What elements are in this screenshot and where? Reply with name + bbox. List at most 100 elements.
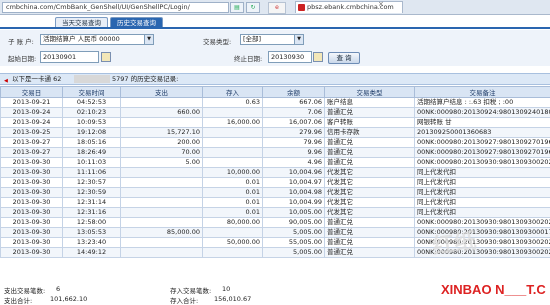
table-cell: 普通汇兑 bbox=[325, 108, 415, 118]
table-cell: 普通汇兑 bbox=[325, 238, 415, 248]
table-cell: 9.96 bbox=[263, 148, 325, 158]
banner-suffix: 5797 的历史交易记录: bbox=[112, 74, 178, 84]
type-label: 交易类型: bbox=[203, 36, 231, 46]
table-cell: 13:23:40 bbox=[63, 238, 121, 248]
column-header: 余额 bbox=[263, 87, 325, 98]
table-cell: 200.00 bbox=[121, 138, 203, 148]
table-cell: 80,000.00 bbox=[203, 218, 263, 228]
calendar-icon[interactable] bbox=[101, 52, 111, 62]
table-cell: 667.06 bbox=[263, 98, 325, 108]
table-cell: 2013-09-30 bbox=[1, 218, 63, 228]
table-cell: 10:09:53 bbox=[63, 118, 121, 128]
table-row: 2013-09-3012:30:570.0110,004.97代发其它同上代发代… bbox=[1, 178, 550, 188]
table-row: 2013-09-3012:30:590.0110,004.98代发其它同上代发代… bbox=[1, 188, 550, 198]
table-cell: 90,005.00 bbox=[263, 218, 325, 228]
table-cell bbox=[203, 228, 263, 238]
table-cell: 2013-09-30 bbox=[1, 208, 63, 218]
table-cell: 2013-09-30 bbox=[1, 198, 63, 208]
table-cell: 12:31:16 bbox=[63, 208, 121, 218]
type-select[interactable]: [全部] ▼ bbox=[240, 34, 304, 45]
table-cell bbox=[121, 218, 203, 228]
table-cell: 2013-09-25 bbox=[1, 128, 63, 138]
table-cell: 279.96 bbox=[263, 128, 325, 138]
start-date-input[interactable]: 20130901 bbox=[40, 51, 99, 63]
table-cell: 2013-09-24 bbox=[1, 108, 63, 118]
table-cell: 2013-09-21 bbox=[1, 98, 63, 108]
site-logo: XINBAO N___T.CX bbox=[438, 278, 546, 300]
table-row: 2013-09-2410:09:5316,000.0016,007.06客户转账… bbox=[1, 118, 550, 128]
table-cell: 代发其它 bbox=[325, 168, 415, 178]
column-header: 交易时间 bbox=[63, 87, 121, 98]
triangle-icon: ◀ bbox=[4, 76, 8, 86]
table-cell: 10:11:03 bbox=[63, 158, 121, 168]
table-cell: 12:30:57 bbox=[63, 178, 121, 188]
table-cell: 信用卡存款 bbox=[325, 128, 415, 138]
table-cell bbox=[121, 98, 203, 108]
table-row: 2013-09-2519:12:0815,727.10279.96信用卡存款20… bbox=[1, 128, 550, 138]
table-header-row: 交易日交易时间支出存入余额交易类型交易备注 bbox=[1, 87, 550, 98]
table-row: 2013-09-3012:31:160.0110,005.00代发其它同上代发代… bbox=[1, 208, 550, 218]
table-cell: 代发其它 bbox=[325, 198, 415, 208]
table-cell bbox=[121, 238, 203, 248]
table-cell: 13:05:53 bbox=[63, 228, 121, 238]
table-cell: 19:12:08 bbox=[63, 128, 121, 138]
close-tab-icon[interactable]: × bbox=[378, 0, 384, 8]
table-cell: 0.01 bbox=[203, 188, 263, 198]
table-cell bbox=[121, 198, 203, 208]
table-cell: 2013-09-27 bbox=[1, 138, 63, 148]
table-cell: 活期结算户结息 : :.63 扣税 ; :00 bbox=[415, 98, 550, 108]
table-row: 2013-09-3011:11:0610,000.0010,004.96代发其它… bbox=[1, 168, 550, 178]
account-select[interactable]: 活期结算户 人民币 00000 ▼ bbox=[40, 34, 154, 45]
refresh-icon[interactable]: ↻ bbox=[246, 2, 260, 13]
column-header: 支出 bbox=[121, 87, 203, 98]
table-cell: 2013-09-24 bbox=[1, 118, 63, 128]
table-cell bbox=[203, 108, 263, 118]
banner-prefix: 以下是一卡通 62 bbox=[12, 74, 61, 84]
table-row: 2013-09-3012:31:140.0110,004.99代发其它同上代发代… bbox=[1, 198, 550, 208]
table-row: 2013-09-2402:10:23660.007.06普通汇兑00NK:000… bbox=[1, 108, 550, 118]
table-cell bbox=[121, 208, 203, 218]
table-cell: 普通汇兑 bbox=[325, 138, 415, 148]
table-cell: 18:05:16 bbox=[63, 138, 121, 148]
compat-icon[interactable]: ▤ bbox=[230, 2, 244, 13]
table-cell: 0.01 bbox=[203, 208, 263, 218]
active-browser-tab[interactable]: pbsz.ebank.cmbchina.com bbox=[295, 1, 403, 13]
in-total-value: 156,010.67 bbox=[214, 295, 251, 303]
table-cell: 55,005.00 bbox=[263, 238, 325, 248]
out-count-value: 6 bbox=[56, 285, 60, 293]
calendar-icon[interactable] bbox=[313, 52, 323, 62]
table-cell: 16,007.06 bbox=[263, 118, 325, 128]
table-cell: 同上代发代扣 bbox=[415, 198, 550, 208]
table-cell: 2013-09-30 bbox=[1, 248, 63, 258]
table-cell bbox=[121, 248, 203, 258]
query-button[interactable]: 查 询 bbox=[328, 52, 360, 64]
account-label: 子 账 户: bbox=[8, 36, 34, 46]
table-cell: 18:26:49 bbox=[63, 148, 121, 158]
table-cell: 660.00 bbox=[121, 108, 203, 118]
table-cell bbox=[203, 128, 263, 138]
record-banner: ◀ 以下是一卡通 62 5797 的历史交易记录: bbox=[0, 73, 550, 85]
table-cell: 0.01 bbox=[203, 198, 263, 208]
background-tab[interactable]: e bbox=[268, 2, 286, 14]
table-cell: 网银转账 甘 bbox=[415, 118, 550, 128]
table-cell bbox=[121, 188, 203, 198]
table-cell: 10,004.98 bbox=[263, 188, 325, 198]
in-count-value: 10 bbox=[222, 285, 230, 293]
end-date-label: 终止日期: bbox=[234, 53, 262, 63]
address-bar[interactable]: cmbchina.com/CmbBank_GenShell/UI/GenShel… bbox=[2, 2, 229, 13]
column-header: 交易类型 bbox=[325, 87, 415, 98]
table-cell: 2013-09-30 bbox=[1, 158, 63, 168]
table-cell: 同上代发代扣 bbox=[415, 208, 550, 218]
table-row: 2013-09-2718:05:16200.0079.96普通汇兑00NK:00… bbox=[1, 138, 550, 148]
table-cell: 2013-09-30 bbox=[1, 238, 63, 248]
table-cell: 00NK:000980:20130930:9801309300202704 bbox=[415, 218, 550, 228]
table-row: 2013-09-2104:52:530.63667.06账户结息活期结算户结息 … bbox=[1, 98, 550, 108]
table-cell: 16,000.00 bbox=[203, 118, 263, 128]
end-date-input[interactable]: 20130930 bbox=[268, 51, 312, 63]
table-cell: 79.96 bbox=[263, 138, 325, 148]
table-cell: 12:30:59 bbox=[63, 188, 121, 198]
table-cell: 15,727.10 bbox=[121, 128, 203, 138]
table-cell: 10,004.99 bbox=[263, 198, 325, 208]
table-row: 2013-09-2718:26:4970.009.96普通汇兑00NK:0009… bbox=[1, 148, 550, 158]
column-header: 存入 bbox=[203, 87, 263, 98]
